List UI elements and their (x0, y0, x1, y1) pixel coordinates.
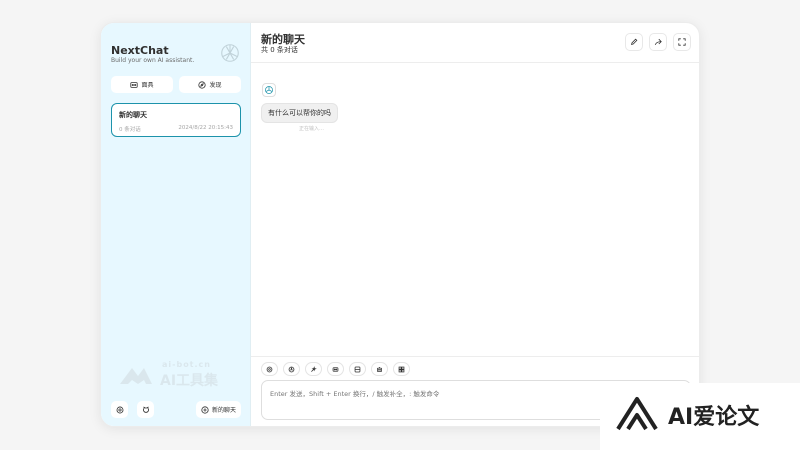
openai-logo-icon (221, 44, 239, 62)
clear-context-button[interactable] (349, 362, 366, 376)
break-icon (354, 366, 361, 372)
ai-logo-icon (616, 397, 658, 431)
share-button[interactable] (649, 33, 667, 51)
openai-avatar-icon (265, 86, 273, 94)
compass-icon (198, 80, 207, 89)
plugin-tool-button[interactable] (393, 362, 410, 376)
corner-badge: AI爱论文 (600, 383, 800, 450)
sidebar: NextChat Build your own AI assistant. 面具… (101, 23, 251, 426)
app-window: NextChat Build your own AI assistant. 面具… (100, 22, 700, 427)
pencil-icon (631, 38, 638, 45)
settings-tool-button[interactable] (261, 362, 278, 376)
chat-list-item[interactable]: 新的聊天 0 条对话 2024/8/22 20:15:43 (111, 103, 241, 137)
share-icon (654, 38, 662, 45)
gear-icon (116, 406, 123, 413)
assistant-message-text: 有什么可以帮你的吗 (268, 109, 331, 117)
mask-button[interactable]: 面具 (111, 76, 173, 93)
mask-tool-button[interactable] (327, 362, 344, 376)
theme-tool-button[interactable] (283, 362, 300, 376)
mask-icon (130, 81, 139, 88)
github-icon (142, 405, 149, 413)
chat-item-time: 2024/8/22 20:15:43 (178, 125, 233, 131)
corner-badge-text: AI爱论文 (668, 405, 760, 430)
fullscreen-button[interactable] (673, 33, 691, 51)
message-status: 正在输入… (299, 126, 325, 132)
chat-header: 新的聊天 共 0 条对话 (251, 23, 699, 63)
brand-title: NextChat (111, 44, 169, 57)
chat-panel: 新的聊天 共 0 条对话 有什么可以帮你的吗 正在输入… (251, 23, 699, 426)
fullscreen-icon (678, 38, 686, 46)
brand-subtitle: Build your own AI assistant. (111, 57, 195, 64)
new-chat-button[interactable]: 新的聊天 (196, 401, 241, 418)
add-icon (201, 405, 209, 414)
settings-button[interactable] (111, 401, 128, 418)
watermark-text: AI工具集 (160, 373, 219, 389)
mask-label: 面具 (141, 82, 154, 89)
assistant-message: 有什么可以帮你的吗 (261, 103, 338, 123)
watermark-domain: ai-bot.cn (162, 360, 211, 369)
wand-icon (311, 365, 317, 372)
new-chat-label: 新的聊天 (211, 407, 236, 414)
watermark-logo-icon (120, 368, 152, 384)
discover-button[interactable]: 发现 (179, 76, 241, 93)
discover-label: 发现 (209, 82, 222, 89)
chat-item-count: 0 条对话 (119, 127, 141, 133)
gear-icon (266, 366, 273, 372)
chat-subtitle: 共 0 条对话 (261, 46, 298, 54)
mask-icon (332, 366, 339, 372)
watermark: ai-bot.cn AI工具集 (118, 358, 238, 390)
rename-button[interactable] (625, 33, 643, 51)
prompt-tool-button[interactable] (305, 362, 322, 376)
bot-avatar (262, 83, 276, 97)
robot-icon (377, 366, 382, 372)
chat-item-title: 新的聊天 (119, 111, 147, 119)
github-button[interactable] (137, 401, 154, 418)
auto-theme-icon (288, 366, 295, 372)
model-tool-button[interactable] (371, 362, 388, 376)
grid-icon (398, 366, 405, 372)
